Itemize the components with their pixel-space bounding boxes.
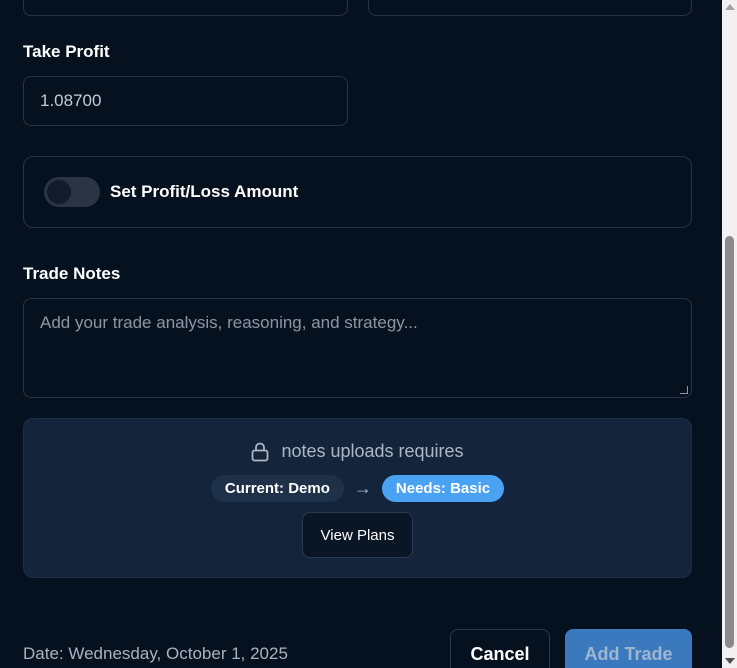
view-plans-button[interactable]: View Plans [302,512,413,558]
required-plan-badge: Needs: Basic [381,475,505,502]
scrollbar-thumb[interactable] [725,236,734,648]
trade-date: Date: Wednesday, October 1, 2025 [23,644,288,663]
stop-loss-input[interactable] [23,0,348,16]
profit-loss-toggle[interactable] [44,177,100,207]
scroll-down-arrow-icon[interactable] [725,658,735,664]
upgrade-message: notes uploads requires [281,441,464,461]
take-profit-value: 1.08700 [40,91,102,110]
upgrade-notice: notes uploads requires Current: Demo → N… [23,418,692,578]
take-profit-input[interactable]: 1.08700 [23,76,348,126]
profit-loss-toggle-label: Set Profit/Loss Amount [110,182,299,201]
scroll-up-arrow-icon[interactable] [725,4,735,10]
profit-loss-toggle-card: Set Profit/Loss Amount [23,156,692,228]
add-trade-button[interactable]: Add Trade [565,629,692,668]
toggle-knob [47,180,71,204]
upgrade-message-row: notes uploads requires [24,441,691,462]
vertical-scrollbar[interactable] [722,0,737,668]
add-trade-form: Take Profit 1.08700 Set Profit/Loss Amou… [0,0,722,668]
current-plan-badge: Current: Demo [210,475,344,502]
trade-notes-label: Trade Notes [23,264,121,283]
cancel-button[interactable]: Cancel [450,629,550,668]
trade-notes-textarea[interactable]: Add your trade analysis, reasoning, and … [23,298,692,398]
entry-field-right[interactable] [368,0,692,16]
trade-notes-placeholder: Add your trade analysis, reasoning, and … [40,313,418,332]
arrow-right-icon: → [353,478,372,498]
take-profit-label: Take Profit [23,42,110,61]
plan-badges: Current: Demo → Needs: Basic [24,475,691,502]
lock-icon [252,442,269,461]
resize-handle-icon[interactable] [680,386,688,394]
